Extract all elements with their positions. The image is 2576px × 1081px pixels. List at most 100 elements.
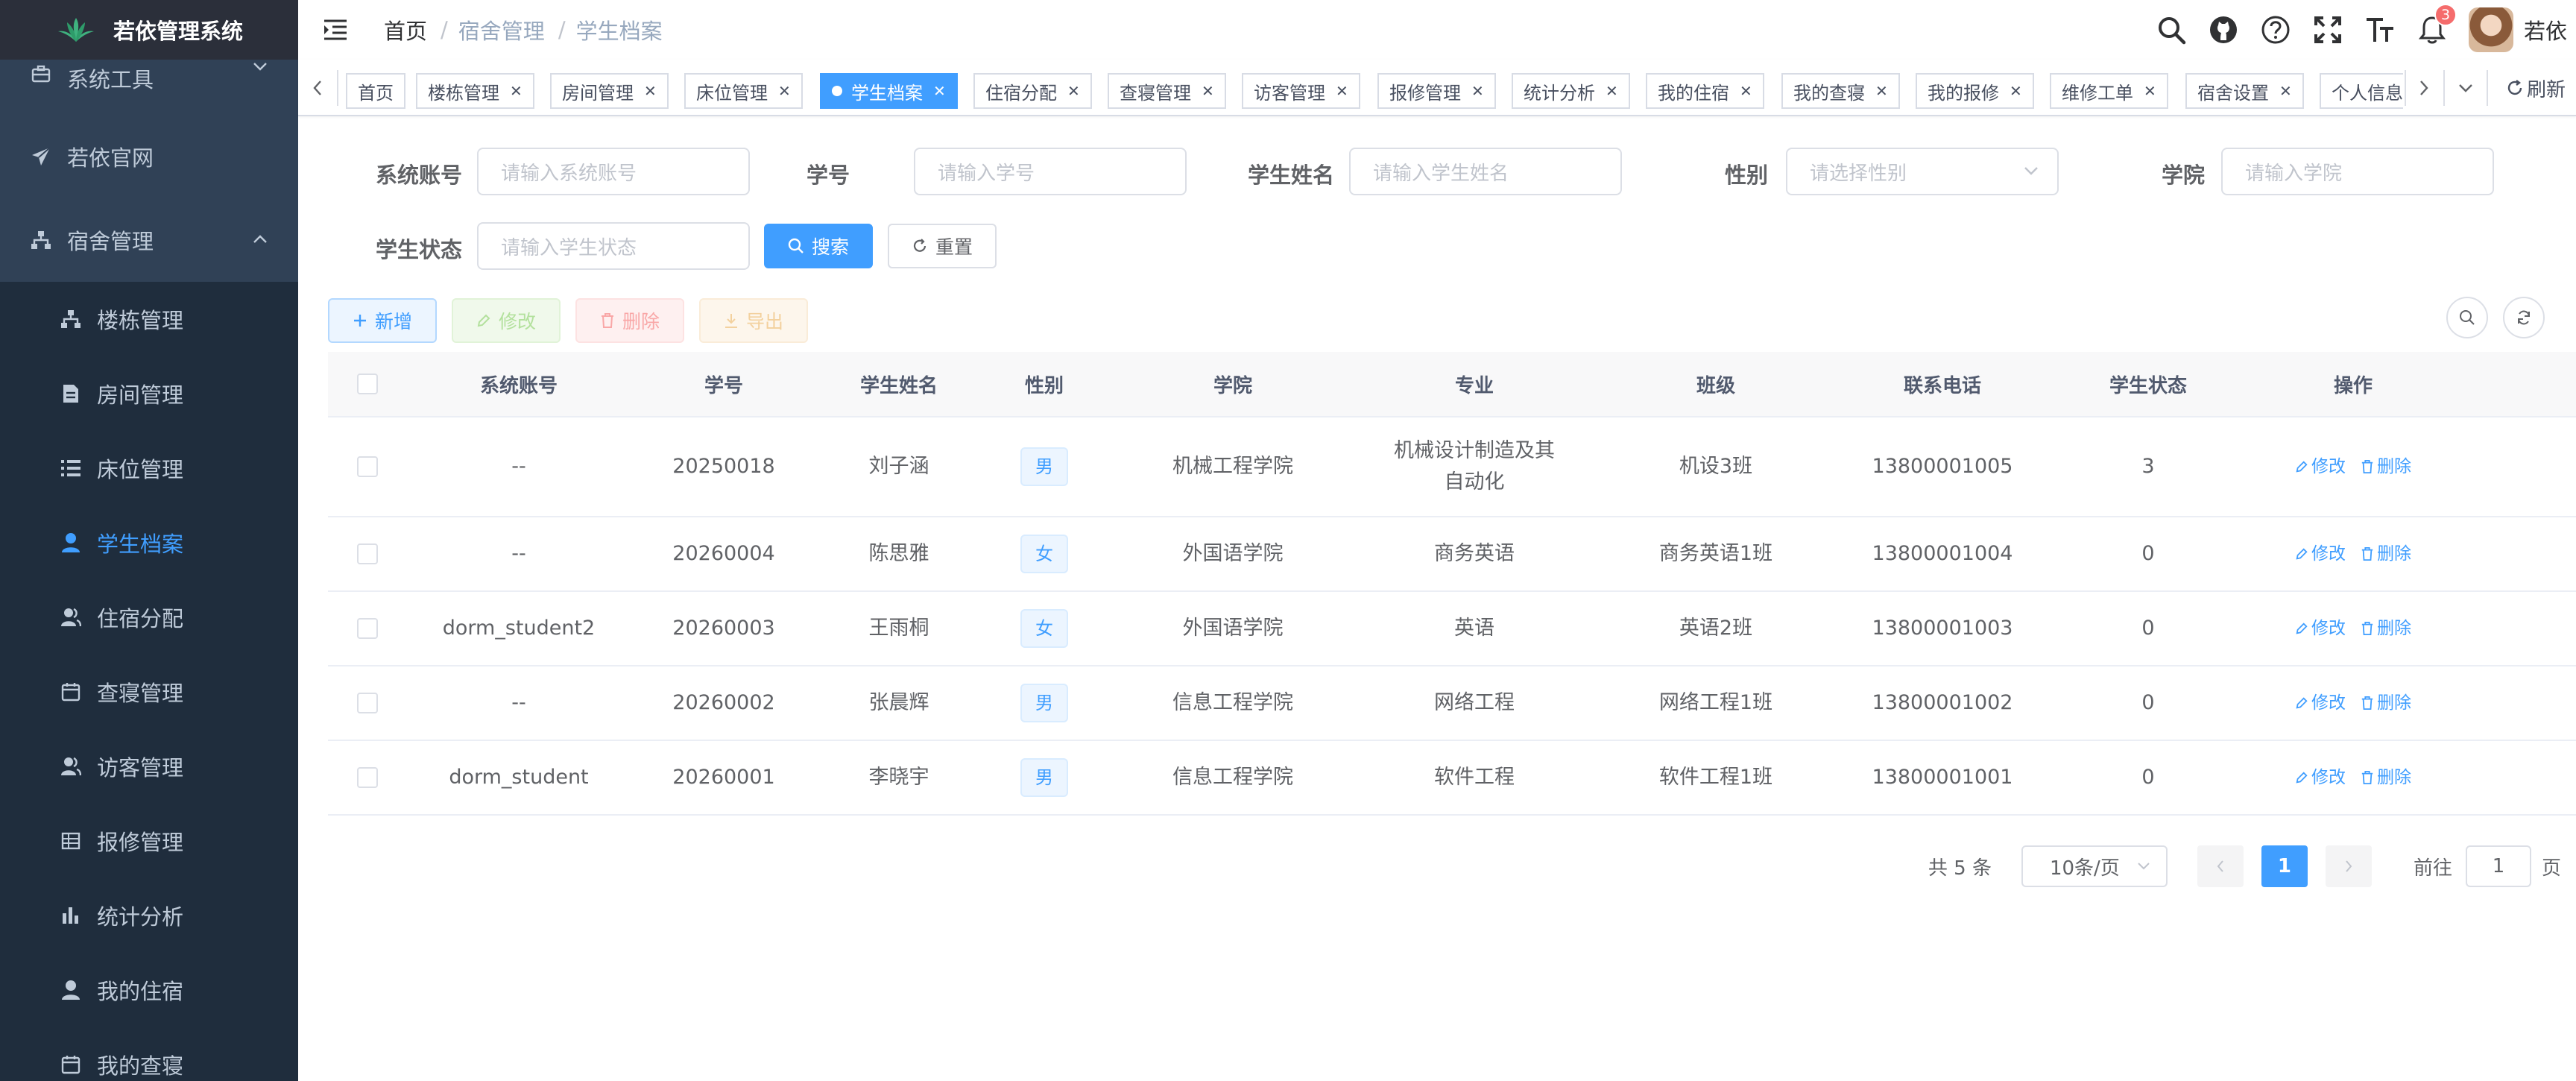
row-edit-button[interactable]: 修改 [2295, 451, 2346, 482]
breadcrumb-home[interactable]: 首页 [384, 14, 427, 45]
close-icon[interactable]: ✕ [1336, 82, 1348, 100]
delete-button[interactable]: 删除 [575, 298, 684, 343]
row-checkbox[interactable] [357, 767, 378, 788]
sidebar-item-my-accommodation[interactable]: 我的住宿 [0, 953, 298, 1027]
tag-buildings[interactable]: 楼栋管理 ✕ [416, 73, 534, 109]
row-delete-button[interactable]: 删除 [2361, 451, 2411, 482]
bell-icon[interactable]: 3 [2416, 4, 2457, 45]
close-icon[interactable]: ✕ [1740, 82, 1752, 100]
sidebar-item-buildings[interactable]: 楼栋管理 [0, 282, 298, 356]
column-header[interactable]: 系统账号 [407, 371, 631, 398]
row-checkbox[interactable] [357, 618, 378, 639]
student-no-input[interactable]: 请输入学号 [914, 148, 1187, 195]
row-checkbox[interactable] [357, 693, 378, 713]
search-button[interactable]: 搜索 [764, 224, 873, 268]
hamburger-icon[interactable] [322, 16, 349, 43]
student-status-input[interactable]: 请输入学生状态 [477, 222, 750, 270]
close-icon[interactable]: ✕ [1202, 82, 1214, 100]
tag-my-dorm-check[interactable]: 我的查寝 ✕ [1781, 73, 1900, 109]
sidebar-item-visitors[interactable]: 访客管理 [0, 729, 298, 804]
tags-dropdown-icon[interactable] [2451, 60, 2481, 116]
sidebar-item-rooms[interactable]: 房间管理 [0, 356, 298, 431]
close-icon[interactable]: ✕ [2144, 82, 2156, 100]
close-icon[interactable]: ✕ [933, 82, 946, 100]
tag-rooms[interactable]: 房间管理 ✕ [550, 73, 669, 109]
column-header[interactable]: 性别 [981, 371, 1108, 398]
table-row[interactable]: -- 20260002 张晨辉 男 信息工程学院 网络工程 网络工程1班 138… [328, 666, 2576, 741]
row-edit-button[interactable]: 修改 [2295, 538, 2346, 570]
college-input[interactable]: 请输入学院 [2221, 148, 2494, 195]
close-icon[interactable]: ✕ [1875, 82, 1888, 100]
tag-profile[interactable]: 个人信息✕ [2320, 73, 2403, 109]
add-button[interactable]: 新增 [328, 298, 437, 343]
help-icon[interactable] [2260, 14, 2291, 45]
column-header[interactable]: 学号 [631, 371, 817, 398]
logo[interactable]: 若依管理系统 [0, 0, 298, 60]
sidebar-item-dorm-management[interactable]: 宿舍管理 [0, 198, 298, 282]
row-checkbox[interactable] [357, 456, 378, 477]
gender-select[interactable]: 请选择性别 [1786, 148, 2059, 195]
close-icon[interactable]: ✕ [778, 82, 791, 100]
sidebar-item-accommodation[interactable]: 住宿分配 [0, 580, 298, 655]
close-icon[interactable]: ✕ [2010, 82, 2022, 100]
student-name-input[interactable]: 请输入学生姓名 [1349, 148, 1622, 195]
column-header[interactable]: 学生姓名 [817, 371, 981, 398]
column-header[interactable]: 班级 [1591, 371, 1841, 398]
refresh-table-button[interactable] [2503, 297, 2545, 338]
close-icon[interactable]: ✕ [1606, 82, 1618, 100]
font-size-icon[interactable] [2364, 14, 2396, 45]
row-delete-button[interactable]: 删除 [2361, 762, 2411, 793]
sidebar-item-statistics[interactable]: 统计分析 [0, 878, 298, 953]
refresh-button[interactable]: 刷新 [2506, 60, 2566, 116]
close-icon[interactable]: ✕ [510, 82, 523, 100]
column-header[interactable]: 联系电话 [1841, 371, 2044, 398]
account-input[interactable]: 请输入系统账号 [477, 148, 750, 195]
sidebar-item-repairs[interactable]: 报修管理 [0, 804, 298, 878]
page-size-select[interactable]: 10条/页 [2021, 845, 2168, 887]
scroll-right-icon[interactable] [2409, 60, 2439, 116]
toggle-search-button[interactable] [2446, 297, 2488, 338]
tag-my-repairs[interactable]: 我的报修 ✕ [1916, 73, 2034, 109]
row-edit-button[interactable]: 修改 [2295, 687, 2346, 719]
edit-button[interactable]: 修改 [452, 298, 561, 343]
sidebar-item-ruoyi-site[interactable]: 若依官网 [0, 115, 298, 198]
row-edit-button[interactable]: 修改 [2295, 762, 2346, 793]
column-header[interactable]: 学院 [1108, 371, 1358, 398]
row-edit-button[interactable]: 修改 [2295, 613, 2346, 644]
tag-my-accommodation[interactable]: 我的住宿 ✕ [1646, 73, 1764, 109]
row-delete-button[interactable]: 删除 [2361, 687, 2411, 719]
scroll-left-icon[interactable] [303, 60, 332, 116]
github-icon[interactable] [2208, 14, 2239, 45]
tag-student-records[interactable]: 学生档案 ✕ [820, 73, 958, 109]
fullscreen-icon[interactable] [2312, 14, 2343, 45]
export-button[interactable]: 导出 [699, 298, 808, 343]
row-delete-button[interactable]: 删除 [2361, 538, 2411, 570]
tag-statistics[interactable]: 统计分析 ✕ [1512, 73, 1630, 109]
table-row[interactable]: dorm_student2 20260003 王雨桐 女 外国语学院 英语 英语… [328, 592, 2576, 666]
sidebar-item-beds[interactable]: 床位管理 [0, 431, 298, 505]
page-number-button[interactable]: 1 [2261, 845, 2308, 887]
column-header[interactable]: 学生状态 [2044, 371, 2253, 398]
avatar[interactable] [2468, 7, 2513, 52]
table-row[interactable]: dorm_student 20260001 李晓宇 男 信息工程学院 软件工程 … [328, 741, 2576, 816]
tag-dorm-settings[interactable]: 宿舍设置 ✕ [2185, 73, 2304, 109]
tag-beds[interactable]: 床位管理 ✕ [684, 73, 803, 109]
tag-home[interactable]: 首页 [346, 73, 405, 109]
tag-dorm-check[interactable]: 查寝管理 ✕ [1108, 73, 1226, 109]
table-row[interactable]: -- 20260004 陈思雅 女 外国语学院 商务英语 商务英语1班 1380… [328, 517, 2576, 592]
close-icon[interactable]: ✕ [2279, 82, 2292, 100]
tag-accommodation[interactable]: 住宿分配 ✕ [973, 73, 1092, 109]
reset-button[interactable]: 重置 [888, 224, 997, 268]
next-page-button[interactable] [2325, 845, 2372, 887]
close-icon[interactable]: ✕ [1471, 82, 1484, 100]
close-icon[interactable]: ✕ [644, 82, 657, 100]
goto-page-input[interactable]: 1 [2465, 845, 2531, 887]
sidebar-item-dorm-check[interactable]: 查寝管理 [0, 655, 298, 729]
close-icon[interactable]: ✕ [1067, 82, 1080, 100]
sidebar-item-my-dorm-check[interactable]: 我的查寝 [0, 1027, 298, 1081]
table-row[interactable]: -- 20250018 刘子涵 男 机械工程学院 机械设计制造及其自动化 机设3… [328, 417, 2576, 517]
search-icon[interactable] [2156, 14, 2187, 45]
row-delete-button[interactable]: 删除 [2361, 613, 2411, 644]
column-header[interactable]: 专业 [1358, 371, 1591, 398]
tag-work-orders[interactable]: 维修工单 ✕ [2050, 73, 2168, 109]
